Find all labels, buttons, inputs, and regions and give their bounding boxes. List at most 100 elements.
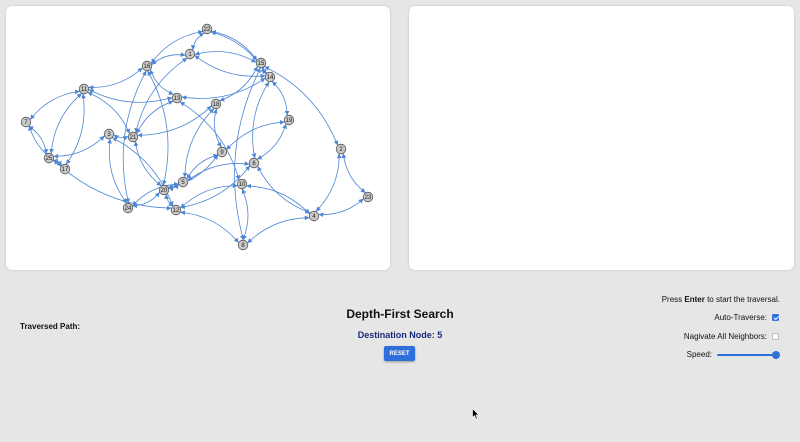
graph-node-label: 15 — [258, 61, 265, 67]
destination-node: Destination Node: 5 — [0, 330, 800, 340]
algorithm-title: Depth-First Search — [346, 307, 454, 321]
destination-value: 5 — [437, 330, 443, 340]
graph-edge — [29, 89, 80, 120]
graph-edge — [182, 108, 215, 178]
graph-edge — [210, 30, 267, 75]
graph-node-label: 11 — [81, 87, 88, 93]
graph-node-5[interactable]: 5 — [177, 176, 189, 188]
graph-node-21[interactable]: 21 — [127, 131, 139, 143]
graph-edge — [181, 77, 266, 101]
navigate-neighbors-row: Nagivate All Neighbors: — [684, 332, 779, 341]
graph-node-22[interactable]: 22 — [201, 23, 213, 35]
graph-node-18[interactable]: 18 — [210, 98, 222, 110]
graph-node-label: 23 — [365, 195, 372, 201]
graph-edge — [180, 210, 240, 244]
graph-node-3[interactable]: 3 — [103, 128, 115, 140]
graph-node-label: 12 — [173, 208, 180, 214]
graph-node-24[interactable]: 24 — [122, 202, 134, 214]
navigate-neighbors-label: Nagivate All Neighbors: — [683, 332, 767, 341]
graph-edge — [28, 125, 49, 155]
graph-node-1[interactable]: 1 — [184, 48, 196, 60]
graph-edge — [137, 105, 212, 138]
graph-node-label: 10 — [239, 182, 246, 188]
graph-edge — [167, 154, 219, 189]
graph-node-11[interactable]: 11 — [78, 83, 90, 95]
graph-node-13[interactable]: 13 — [171, 92, 183, 104]
graph-canvas[interactable]: 22 1 16 15 14 11 13 18 7 19 3 21 2 9 25 6 17 5 10 20 23 24 12 4… — [6, 6, 390, 270]
graph-node-7[interactable]: 7 — [20, 116, 32, 128]
graph-node-label: 24 — [125, 206, 132, 212]
graph-node-label: 21 — [130, 135, 137, 141]
instruction-prefix: Press — [661, 295, 683, 304]
speed-slider-thumb[interactable] — [772, 350, 780, 359]
graph-node-16[interactable]: 16 — [141, 60, 153, 72]
graph-edge — [341, 153, 366, 194]
graph-node-2[interactable]: 2 — [335, 143, 347, 155]
graph-edge — [315, 153, 342, 212]
graph-node-19[interactable]: 19 — [283, 114, 295, 126]
graph-edge — [212, 108, 222, 148]
graph-node-label: 19 — [286, 118, 293, 124]
graph-edge — [53, 159, 172, 211]
instruction-text: Press Enter to start the traversal. — [662, 295, 780, 304]
graph-edge — [251, 81, 270, 159]
graph-edge — [180, 183, 238, 209]
graph-edge — [264, 66, 339, 146]
graph-edge — [88, 67, 143, 90]
graph-edge — [190, 32, 205, 51]
graph-edge — [88, 89, 173, 103]
mouse-cursor-icon — [472, 408, 480, 420]
graph-edge — [150, 29, 203, 64]
graph-edge — [136, 100, 174, 134]
graph-node-12[interactable]: 12 — [170, 204, 182, 216]
graph-node-25[interactable]: 25 — [43, 152, 55, 164]
graph-edge — [247, 215, 310, 244]
graph-edge — [226, 119, 285, 151]
graph-node-label: 18 — [213, 102, 220, 108]
speed-row: Speed: — [686, 350, 780, 359]
auto-traverse-row: Auto-Traverse: — [714, 313, 779, 322]
graph-node-label: 22 — [204, 27, 211, 33]
graph-edge — [133, 141, 162, 187]
graph-node-label: 20 — [161, 188, 168, 194]
destination-label: Destination Node: — [357, 330, 435, 340]
graph-node-10[interactable]: 10 — [236, 178, 248, 190]
graph-node-9[interactable]: 9 — [216, 146, 228, 158]
graph-node-20[interactable]: 20 — [158, 184, 170, 196]
graph-node-label: 14 — [267, 75, 274, 81]
graph-edge — [194, 51, 257, 63]
speed-label: Speed: — [686, 350, 712, 359]
graph-node-label: 16 — [144, 64, 151, 70]
graph-edge — [318, 198, 364, 218]
graph-edge — [210, 29, 258, 61]
speed-slider[interactable] — [717, 350, 780, 359]
reset-button[interactable]: RESET — [384, 346, 415, 361]
graph-node-4[interactable]: 4 — [308, 210, 320, 222]
graph-edge — [87, 91, 130, 134]
graph-node-8[interactable]: 8 — [237, 239, 249, 251]
traversal-tree-canvas — [409, 6, 794, 270]
graph-edge — [107, 138, 128, 204]
graph-node-label: 17 — [62, 167, 69, 173]
graph-node-label: 13 — [174, 96, 181, 102]
graph-svg: 22 1 16 15 14 11 13 18 7 19 3 21 2 9 25 6 17 5 10 20 23 24 12 4… — [20, 23, 374, 251]
graph-node-23[interactable]: 23 — [362, 191, 374, 203]
graph-node-17[interactable]: 17 — [59, 163, 71, 175]
graph-node-label: 25 — [46, 156, 53, 162]
auto-traverse-label: Auto-Traverse: — [714, 313, 767, 322]
navigate-neighbors-checkbox[interactable] — [772, 333, 779, 340]
graph-edge — [241, 188, 249, 241]
graph-edge — [113, 134, 129, 141]
graph-edge — [234, 67, 261, 241]
graph-node-6[interactable]: 6 — [248, 157, 260, 169]
auto-traverse-checkbox[interactable] — [772, 314, 779, 321]
instruction-key: Enter — [684, 295, 705, 304]
instruction-suffix: to start the traversal. — [707, 295, 780, 304]
speed-slider-track — [717, 353, 779, 356]
graph-node-14[interactable]: 14 — [264, 71, 276, 83]
graph-edge — [256, 123, 287, 160]
graph-node-15[interactable]: 15 — [255, 57, 267, 69]
graph-edge — [271, 81, 290, 116]
graph-edge — [257, 166, 311, 214]
graph-edge — [246, 183, 310, 215]
